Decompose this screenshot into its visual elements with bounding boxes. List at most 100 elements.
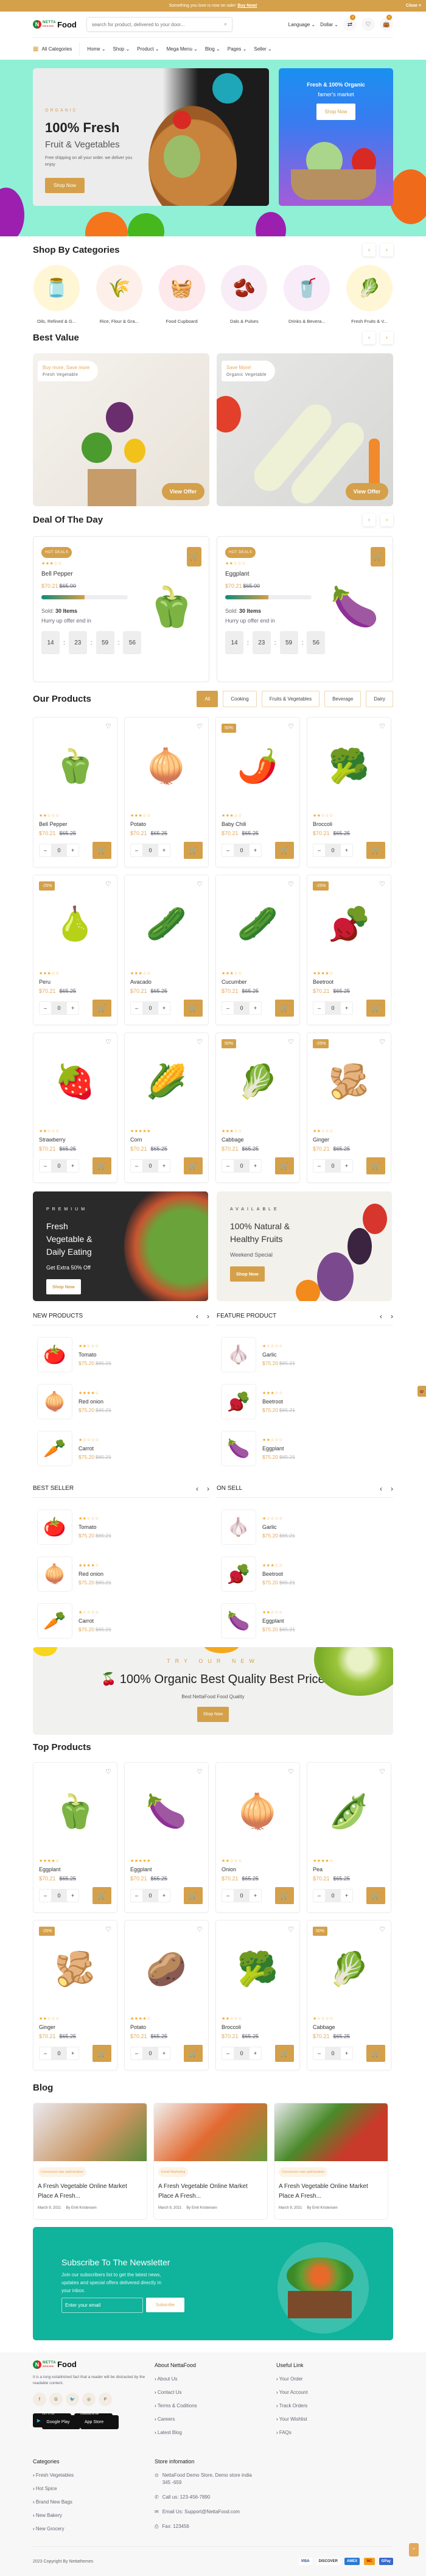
- decrease-button[interactable]: –: [40, 844, 51, 856]
- add-to-cart-button[interactable]: 🛒: [184, 2045, 203, 2062]
- google-icon[interactable]: G: [49, 2393, 63, 2406]
- wishlist-heart-icon[interactable]: ♡: [105, 1038, 111, 1046]
- categories-prev-button[interactable]: ‹: [363, 244, 375, 256]
- chevron-left-icon[interactable]: ‹: [196, 1484, 198, 1493]
- quantity-value[interactable]: 0: [234, 1160, 250, 1172]
- product-name[interactable]: Cucumber: [222, 979, 294, 985]
- footer-link[interactable]: Contact Us: [155, 2390, 276, 2395]
- scroll-to-top-button[interactable]: ⌃: [409, 2543, 419, 2557]
- add-to-cart-button[interactable]: 🛒: [184, 1887, 203, 1904]
- quantity-value[interactable]: 0: [234, 1002, 250, 1014]
- decrease-button[interactable]: –: [131, 1160, 142, 1172]
- organic-shop-now-button[interactable]: Shop Now: [197, 1707, 229, 1722]
- nav-home[interactable]: Home ⌄: [87, 46, 105, 52]
- quantity-value[interactable]: 0: [51, 1160, 67, 1172]
- product-image[interactable]: 🫚: [313, 1042, 385, 1121]
- increase-button[interactable]: +: [158, 844, 170, 856]
- increase-button[interactable]: +: [67, 844, 79, 856]
- chevron-right-icon[interactable]: ›: [207, 1312, 209, 1321]
- product-name[interactable]: Pea: [313, 1866, 385, 1872]
- product-name[interactable]: Bell Pepper: [39, 821, 111, 827]
- increase-button[interactable]: +: [67, 1890, 79, 1902]
- footer-link[interactable]: Hot Spice: [33, 2486, 155, 2491]
- search-input[interactable]: search for product, delivered to your do…: [86, 17, 232, 32]
- filter-tab-dairy[interactable]: Dairy: [366, 691, 393, 707]
- nav-pages[interactable]: Pages ⌄: [228, 46, 247, 52]
- deal-prev-button[interactable]: ‹: [363, 513, 375, 526]
- list-item[interactable]: 🫜 ★★★☆☆ Beetroot $75.20 $65.21: [217, 1384, 393, 1419]
- increase-button[interactable]: +: [158, 1002, 170, 1014]
- product-image[interactable]: 🥔: [130, 1930, 203, 2009]
- newsletter-email-input[interactable]: [61, 2298, 143, 2313]
- logo[interactable]: N NETTA DESIGN Food: [33, 20, 77, 29]
- blog-post-title[interactable]: A Fresh Vegetable Online Market Place A …: [158, 2182, 263, 2201]
- filter-tab-all[interactable]: All: [197, 691, 218, 707]
- footer-link[interactable]: New Bakery: [33, 2513, 155, 2518]
- list-item[interactable]: 🥕 ★☆☆☆☆ Carrot $75.20 $65.21: [33, 1603, 209, 1639]
- footer-link[interactable]: About Us: [155, 2376, 276, 2382]
- wishlist-heart-icon[interactable]: ♡: [379, 1038, 385, 1046]
- decrease-button[interactable]: –: [40, 1890, 51, 1902]
- chevron-right-icon[interactable]: ›: [391, 1312, 393, 1321]
- product-image[interactable]: 🧅: [130, 727, 203, 806]
- product-name[interactable]: Potato: [130, 2024, 203, 2030]
- quantity-value[interactable]: 0: [142, 1890, 158, 1902]
- list-item[interactable]: 🧅 ★★★★☆ Red onion $75.20 $65.21: [33, 1556, 209, 1592]
- wishlist-heart-icon[interactable]: ♡: [288, 880, 294, 888]
- product-name[interactable]: Beetroot: [313, 979, 385, 985]
- blog-tag[interactable]: Conversion rate optimization: [279, 2167, 327, 2177]
- footer-logo[interactable]: N NETTA DESIGN Food: [33, 2360, 155, 2369]
- decrease-button[interactable]: –: [222, 1160, 234, 1172]
- list-item[interactable]: 🧅 ★★★★☆ Red onion $75.20 $65.21: [33, 1384, 209, 1419]
- product-image[interactable]: 🫜: [313, 884, 385, 964]
- list-item[interactable]: 🍆 ★★☆☆☆ Eggplant $75.20 $65.21: [217, 1603, 393, 1639]
- wishlist-heart-icon[interactable]: ♡: [288, 722, 294, 730]
- wishlist-heart-icon[interactable]: ♡: [288, 1925, 294, 1933]
- product-name[interactable]: Eggplant: [130, 1866, 203, 1872]
- wishlist-heart-icon[interactable]: ♡: [288, 1038, 294, 1046]
- wishlist-heart-icon[interactable]: ♡: [197, 880, 203, 888]
- filter-tab-cooking[interactable]: Cooking: [223, 691, 257, 707]
- decrease-button[interactable]: –: [40, 2047, 51, 2059]
- category-item[interactable]: 🫙 Oils, Refined & G...: [33, 265, 80, 324]
- add-to-cart-button[interactable]: 🛒: [371, 547, 385, 566]
- increase-button[interactable]: +: [250, 844, 261, 856]
- cart-button[interactable]: 👜 0: [380, 15, 393, 31]
- decrease-button[interactable]: –: [131, 1890, 142, 1902]
- footer-link[interactable]: FAQs: [276, 2430, 392, 2435]
- add-to-cart-button[interactable]: 🛒: [184, 1157, 203, 1174]
- category-item[interactable]: 🥬 Fresh Fruits & V...: [346, 265, 393, 324]
- add-to-cart-button[interactable]: 🛒: [93, 1000, 111, 1017]
- wishlist-heart-icon[interactable]: ♡: [288, 1768, 294, 1776]
- quantity-value[interactable]: 0: [325, 1160, 341, 1172]
- chevron-right-icon[interactable]: ›: [207, 1484, 209, 1493]
- product-image[interactable]: 🫑: [39, 1772, 111, 1851]
- category-item[interactable]: 🫘 Dals & Pulses: [220, 265, 268, 324]
- nav-product[interactable]: Product ⌄: [137, 46, 159, 52]
- quantity-value[interactable]: 0: [325, 844, 341, 856]
- product-image[interactable]: 🥬: [313, 1930, 385, 2009]
- best-value-next-button[interactable]: ›: [380, 331, 393, 344]
- blog-card[interactable]: Email Marketing A Fresh Vegetable Online …: [153, 2103, 268, 2220]
- google-play-button[interactable]: ▶ GET IT ON Google Play: [33, 2412, 81, 2429]
- blog-card[interactable]: Conversion rate optimization A Fresh Vege…: [33, 2103, 147, 2220]
- add-to-cart-button[interactable]: 🛒: [275, 1887, 294, 1904]
- quantity-value[interactable]: 0: [51, 1890, 67, 1902]
- blog-card[interactable]: Conversion rate optimization A Fresh Vege…: [274, 2103, 388, 2220]
- chevron-left-icon[interactable]: ‹: [380, 1312, 382, 1321]
- footer-link[interactable]: Track Orders: [276, 2403, 392, 2408]
- promo-shop-now-button[interactable]: Shop Now: [46, 1279, 81, 1294]
- add-to-cart-button[interactable]: 🛒: [366, 1887, 385, 1904]
- wishlist-heart-icon[interactable]: ♡: [379, 880, 385, 888]
- promo-shop-now-button[interactable]: Shop Now: [230, 1266, 265, 1282]
- nav-shop[interactable]: Shop ⌄: [113, 46, 130, 52]
- quantity-value[interactable]: 0: [51, 844, 67, 856]
- view-offer-button[interactable]: View Offer: [161, 483, 204, 500]
- quantity-value[interactable]: 0: [51, 1002, 67, 1014]
- product-name[interactable]: Avacado: [130, 979, 203, 985]
- product-image[interactable]: 🧅: [222, 1772, 294, 1851]
- add-to-cart-button[interactable]: 🛒: [93, 2045, 111, 2062]
- add-to-cart-button[interactable]: 🛒: [187, 547, 201, 566]
- add-to-cart-button[interactable]: 🛒: [275, 842, 294, 859]
- product-name[interactable]: Ginger: [313, 1137, 385, 1143]
